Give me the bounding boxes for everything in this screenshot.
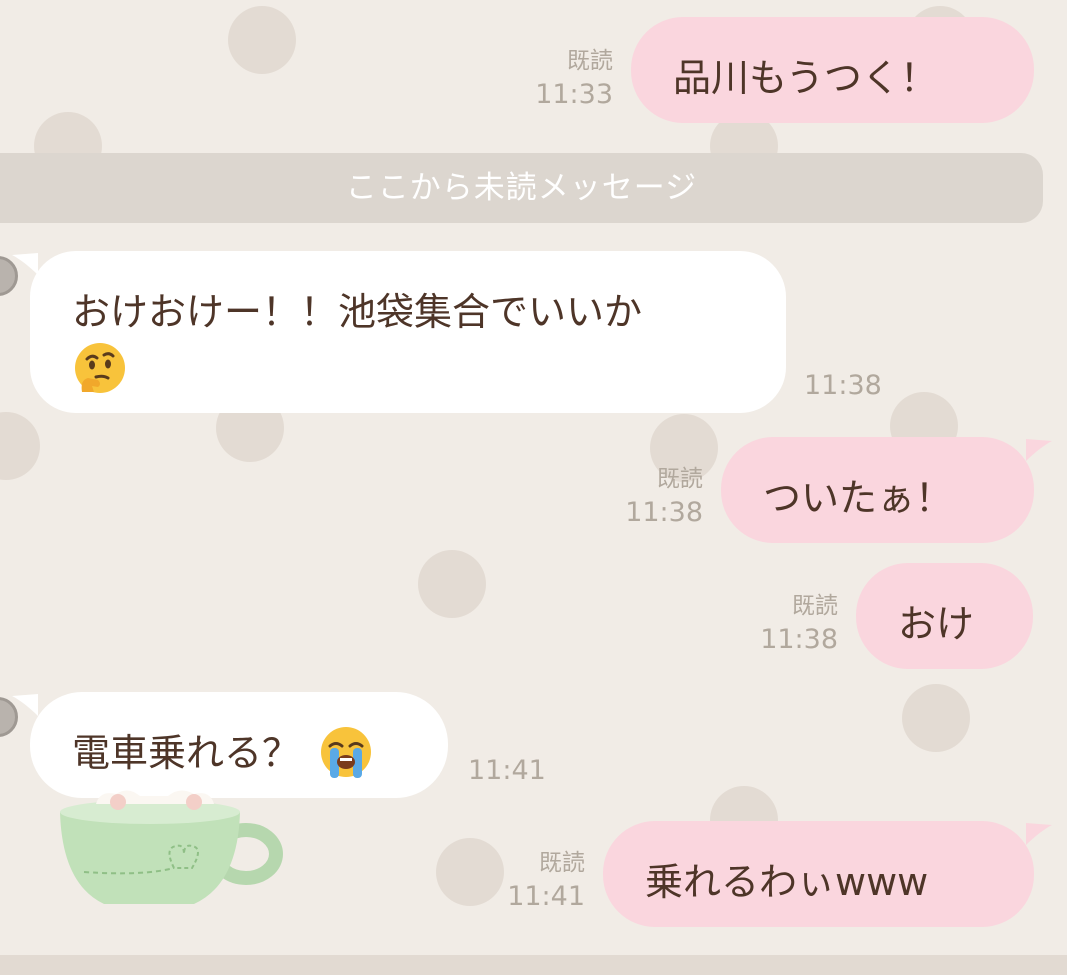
- incoming-message-bubble[interactable]: 電車乗れる？: [12, 692, 448, 798]
- bubble-tail: [12, 694, 38, 716]
- unread-divider-label: ここから未読メッセージ: [345, 170, 698, 206]
- message-text: 乗れるわぃwww: [645, 860, 929, 904]
- read-receipt: 既読: [539, 850, 585, 876]
- background-dot: [418, 550, 486, 618]
- message-meta: 既読 11:38: [625, 462, 703, 530]
- read-receipt: 既読: [792, 593, 838, 619]
- message-time: 11:41: [507, 881, 585, 912]
- message-text: おけ: [898, 602, 975, 646]
- outgoing-message-bubble[interactable]: 品川もうつく！: [631, 17, 1034, 123]
- bubble-tail: [1026, 823, 1052, 845]
- message-text: 品川もうつく！: [673, 56, 938, 100]
- outgoing-message-bubble[interactable]: おけ: [856, 563, 1033, 669]
- message-meta: 既読 11:38: [760, 589, 838, 657]
- read-receipt: 既読: [657, 466, 703, 492]
- unread-messages-divider: ここから未読メッセージ: [0, 153, 1043, 223]
- background-dot: [902, 684, 970, 752]
- bottom-edge: [0, 955, 1067, 975]
- message-text: 電車乗れる？: [72, 731, 301, 775]
- loudly-crying-face-emoji: [321, 726, 372, 778]
- read-receipt: 既読: [567, 48, 613, 74]
- bubble-tail: [12, 253, 38, 275]
- message-time: 11:38: [625, 497, 703, 528]
- background-dot: [0, 412, 40, 480]
- message-meta: 既読 11:33: [535, 44, 613, 112]
- teacup-sticker: [60, 790, 283, 904]
- message-time: 11:33: [535, 79, 613, 110]
- message-time: 11:41: [468, 755, 546, 786]
- incoming-message-bubble[interactable]: おけおけー！！池袋集合でいいか: [12, 251, 786, 413]
- outgoing-message-bubble[interactable]: ついたぁ！: [721, 437, 1052, 543]
- background-dot: [436, 838, 504, 906]
- message-text: おけおけー！！池袋集合でいいか: [72, 290, 643, 334]
- background-dot: [228, 6, 296, 74]
- outgoing-message-bubble[interactable]: 乗れるわぃwww: [603, 821, 1052, 927]
- message-time: 11:38: [760, 624, 838, 655]
- bubble-tail: [1026, 439, 1052, 461]
- message-meta: 既読 11:41: [507, 846, 585, 914]
- message-text: ついたぁ！: [763, 476, 954, 520]
- thinking-face-emoji: [75, 343, 125, 393]
- message-time: 11:38: [804, 370, 882, 401]
